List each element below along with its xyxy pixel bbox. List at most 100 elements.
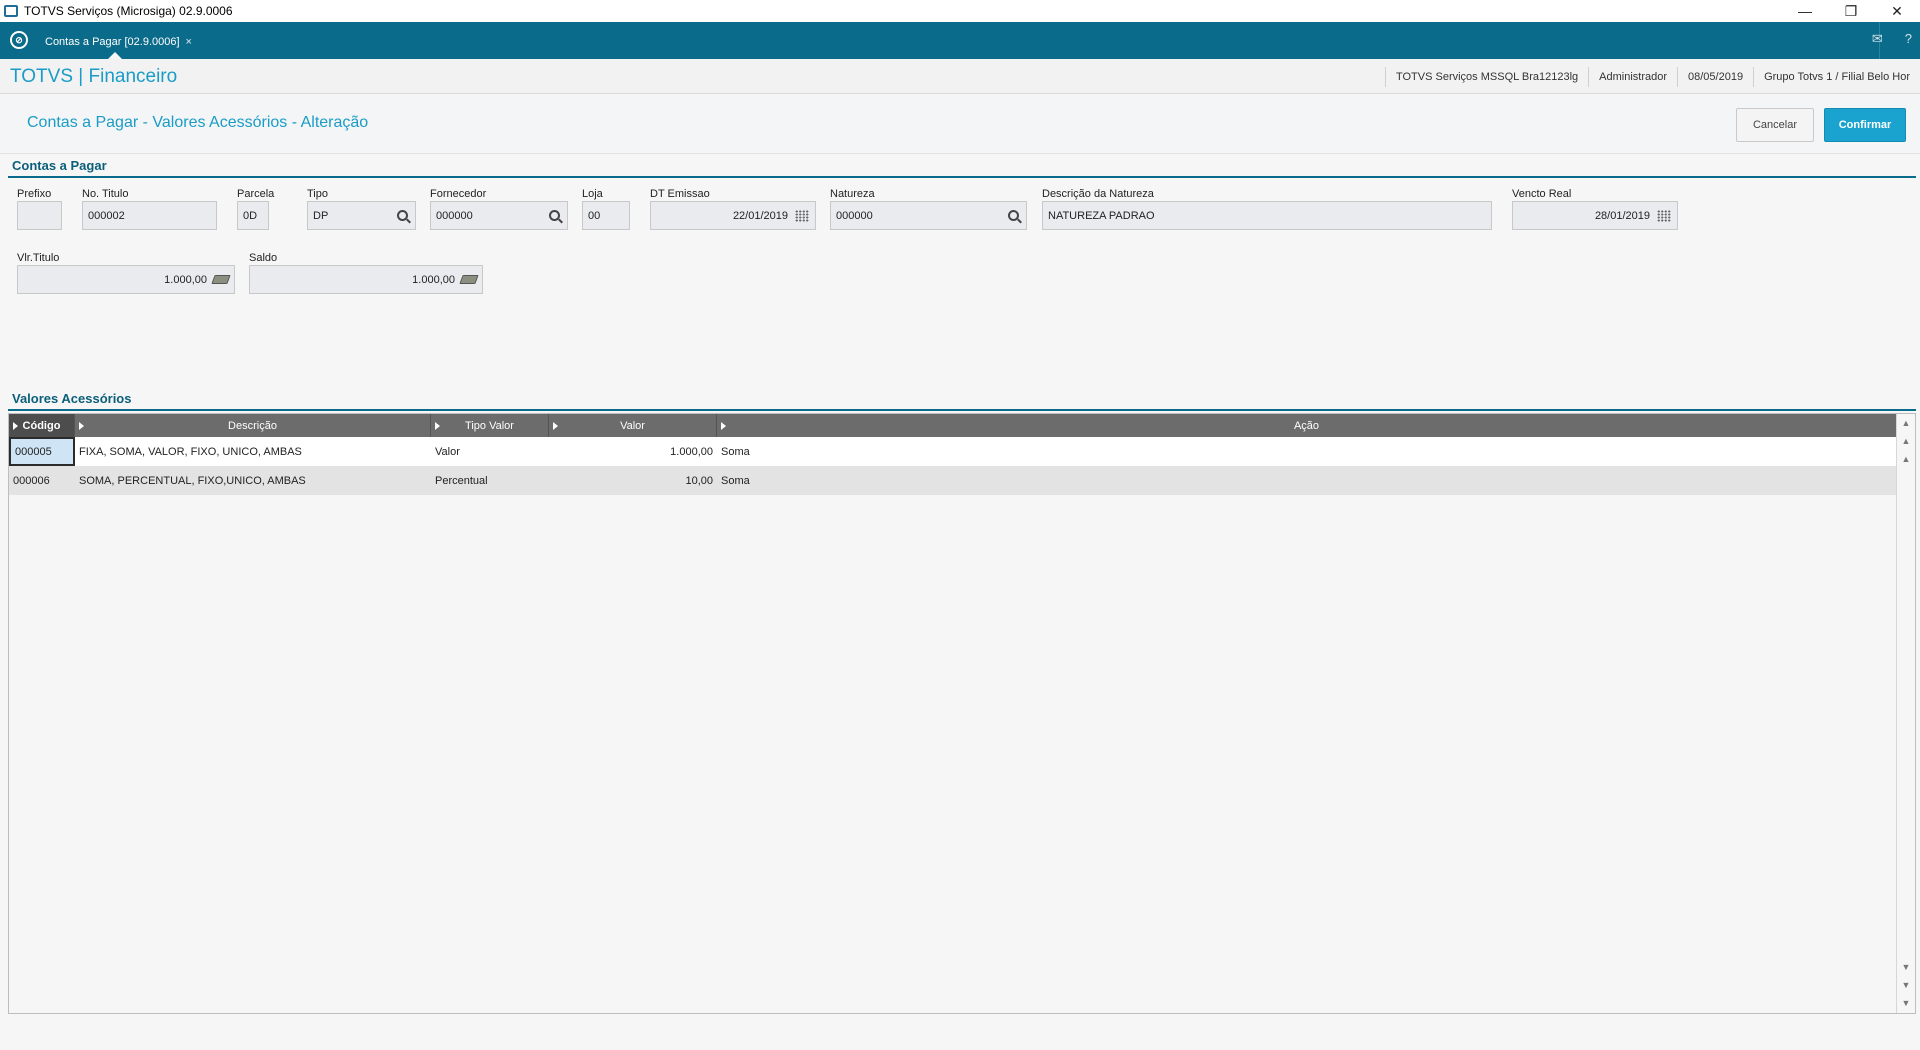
cell-acao[interactable]: Soma: [717, 437, 1896, 466]
search-icon[interactable]: [546, 208, 562, 224]
titulo-field[interactable]: 000002: [82, 201, 217, 230]
grid-header: Código Descrição Tipo Valor Valor Ação: [9, 414, 1896, 437]
loja-label: Loja: [582, 188, 603, 200]
window-title: TOTVS Serviços (Microsiga) 02.9.0006: [24, 4, 233, 18]
scroll-up-icon[interactable]: ▲: [1900, 452, 1912, 466]
cell-codigo[interactable]: 000005: [9, 437, 75, 466]
help-icon[interactable]: ?: [1905, 31, 1912, 47]
column-header-descricao[interactable]: Descrição: [75, 414, 431, 437]
scroll-page-down-icon[interactable]: ▼: [1900, 978, 1912, 992]
saldo-field[interactable]: 1.000,00: [249, 265, 483, 294]
column-marker-icon: [13, 422, 18, 430]
column-label: Descrição: [228, 419, 277, 432]
search-icon[interactable]: [1005, 208, 1021, 224]
column-label: Código: [22, 419, 61, 432]
column-marker-icon: [721, 422, 726, 430]
session-user: Administrador: [1588, 66, 1677, 87]
titulo-value: 000002: [88, 209, 125, 222]
session-branch: Grupo Totvs 1 / Filial Belo Hor: [1753, 66, 1920, 87]
desc-natureza-field[interactable]: NATUREZA PADRAO: [1042, 201, 1492, 230]
page-title: Contas a Pagar - Valores Acessórios - Al…: [27, 114, 369, 131]
column-header-acao[interactable]: Ação: [717, 414, 1896, 437]
cell-valor[interactable]: 10,00: [549, 466, 717, 495]
cell-codigo[interactable]: 000006: [9, 466, 75, 495]
tab-bar: ⊘ Contas a Pagar [02.9.0006] × ✉ ?: [0, 22, 1920, 59]
minimize-icon[interactable]: —: [1782, 0, 1828, 22]
tabbar-actions: ✉ ?: [1872, 31, 1912, 47]
home-icon[interactable]: ⊘: [10, 31, 28, 49]
parcela-label: Parcela: [237, 188, 275, 200]
column-header-codigo[interactable]: Código: [9, 414, 75, 437]
tab-active-indicator: [108, 52, 122, 59]
cell-valor[interactable]: 1.000,00: [549, 437, 717, 466]
section-divider: [8, 176, 1916, 178]
mail-icon[interactable]: ✉: [1872, 31, 1883, 47]
scroll-bottom-icon[interactable]: ▼: [1900, 996, 1912, 1010]
natureza-field[interactable]: 000000: [830, 201, 1027, 230]
fornecedor-label: Fornecedor: [430, 188, 487, 200]
cancel-button[interactable]: Cancelar: [1736, 108, 1814, 142]
valores-acessorios-grid: Código Descrição Tipo Valor Valor Ação 0…: [8, 413, 1916, 1014]
desc-natureza-label: Descrição da Natureza: [1042, 188, 1154, 200]
column-header-tipo-valor[interactable]: Tipo Valor: [431, 414, 549, 437]
session-date: 08/05/2019: [1677, 66, 1753, 87]
column-header-valor[interactable]: Valor: [549, 414, 717, 437]
vencto-real-value: 28/01/2019: [1594, 209, 1650, 222]
scroll-top-icon[interactable]: ▲: [1900, 416, 1912, 430]
close-icon[interactable]: ✕: [1874, 0, 1920, 22]
section-title-contas: Contas a Pagar: [12, 158, 107, 173]
saldo-value: 1.000,00: [412, 273, 455, 286]
table-row[interactable]: 000006 SOMA, PERCENTUAL, FIXO,UNICO, AMB…: [9, 466, 1896, 495]
brand-title: TOTVS | Financeiro: [10, 66, 178, 87]
cell-descricao[interactable]: FIXA, SOMA, VALOR, FIXO, UNICO, AMBAS: [75, 437, 431, 466]
calendar-icon[interactable]: [794, 208, 810, 224]
vlr-titulo-field[interactable]: 1.000,00: [17, 265, 235, 294]
column-marker-icon: [435, 422, 440, 430]
scroll-page-up-icon[interactable]: ▲: [1900, 434, 1912, 448]
column-label: Valor: [620, 419, 645, 432]
cell-tipo-valor[interactable]: Valor: [431, 437, 549, 466]
prefixo-field[interactable]: [17, 201, 62, 230]
calendar-icon[interactable]: [1656, 208, 1672, 224]
column-label: Ação: [1293, 419, 1320, 432]
tab-close-icon[interactable]: ×: [186, 36, 192, 48]
window-controls: — ❐ ✕: [1782, 0, 1920, 22]
vertical-scrollbar[interactable]: ▲ ▲ ▲ ▼ ▼ ▼: [1896, 414, 1915, 1013]
natureza-value: 000000: [836, 209, 873, 222]
table-row[interactable]: 000005 FIXA, SOMA, VALOR, FIXO, UNICO, A…: [9, 437, 1896, 466]
scroll-down-icon[interactable]: ▼: [1900, 960, 1912, 974]
vlr-titulo-value: 1.000,00: [164, 273, 207, 286]
tipo-label: Tipo: [307, 188, 328, 200]
cell-descricao[interactable]: SOMA, PERCENTUAL, FIXO,UNICO, AMBAS: [75, 466, 431, 495]
fornecedor-field[interactable]: 000000: [430, 201, 568, 230]
tipo-value: DP: [313, 209, 329, 222]
prefixo-label: Prefixo: [17, 188, 52, 200]
fornecedor-value: 000000: [436, 209, 473, 222]
cell-acao[interactable]: Soma: [717, 466, 1896, 495]
tipo-field[interactable]: DP: [307, 201, 416, 230]
dt-emissao-field[interactable]: 22/01/2019: [650, 201, 816, 230]
parcela-value: 0D: [243, 209, 258, 222]
section-divider: [8, 409, 1916, 411]
desc-natureza-value: NATUREZA PADRAO: [1048, 209, 1155, 222]
page-header: Contas a Pagar - Valores Acessórios - Al…: [0, 94, 1920, 154]
window-titlebar: TOTVS Serviços (Microsiga) 02.9.0006 — ❐…: [0, 0, 1920, 22]
session-info: TOTVS Serviços MSSQL Bra12123lg Administ…: [1384, 59, 1920, 94]
cell-tipo-valor[interactable]: Percentual: [431, 466, 549, 495]
loja-field[interactable]: 00: [582, 201, 630, 230]
dt-emissao-value: 22/01/2019: [732, 209, 788, 222]
natureza-label: Natureza: [830, 188, 875, 200]
session-environment: TOTVS Serviços MSSQL Bra12123lg: [1384, 66, 1588, 87]
header-bar: TOTVS | Financeiro TOTVS Serviços MSSQL …: [0, 59, 1920, 94]
search-icon[interactable]: [394, 208, 410, 224]
loja-value: 00: [588, 209, 601, 222]
parcela-field[interactable]: 0D: [237, 201, 269, 230]
content-area: Contas a Pagar Prefixo No. Titulo Parcel…: [0, 154, 1920, 1050]
vencto-real-field[interactable]: 28/01/2019: [1512, 201, 1678, 230]
money-icon: [459, 272, 479, 288]
restore-icon[interactable]: ❐: [1828, 0, 1874, 22]
column-marker-icon: [553, 422, 558, 430]
confirm-button[interactable]: Confirmar: [1824, 108, 1906, 142]
tab-label: Contas a Pagar [02.9.0006]: [45, 35, 180, 48]
app-icon: [4, 5, 18, 17]
